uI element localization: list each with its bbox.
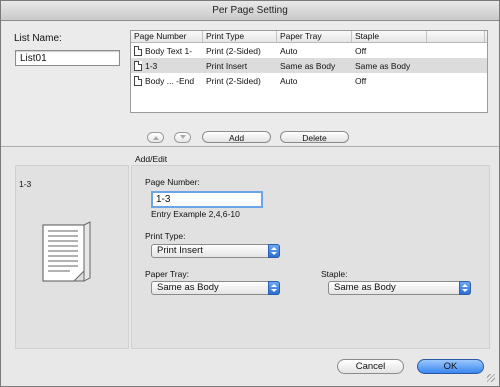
row-page-number: Body ... -End — [145, 75, 195, 86]
row-staple: Off — [355, 75, 367, 86]
paper-tray-label: Paper Tray: — [145, 269, 189, 279]
popup-arrows-icon — [459, 281, 471, 295]
move-down-button[interactable] — [174, 132, 191, 143]
popup-arrows-icon — [268, 244, 280, 258]
move-up-button[interactable] — [147, 132, 164, 143]
document-icon — [134, 75, 142, 86]
table-row[interactable]: Body ... -End Print (2-Sided) Auto Off — [131, 73, 487, 88]
document-icon — [134, 45, 142, 56]
row-staple: Off — [355, 45, 367, 56]
print-type-label: Print Type: — [145, 231, 186, 241]
down-arrow-icon — [179, 135, 186, 139]
staple-select[interactable]: Same as Body — [328, 281, 471, 295]
print-type-select[interactable]: Print Insert — [151, 244, 280, 258]
per-page-setting-window: Per Page Setting List Name: List01 Page … — [0, 0, 500, 387]
table-header: Page Number Print Type Paper Tray Staple — [131, 31, 487, 43]
delete-button[interactable]: Delete — [280, 131, 349, 143]
table-row[interactable]: Body Text 1- Print (2-Sided) Auto Off — [131, 43, 487, 58]
row-print-type: Print Insert — [206, 60, 248, 71]
list-name-input[interactable]: List01 — [15, 50, 120, 66]
popup-arrows-icon — [268, 281, 280, 295]
add-edit-label: Add/Edit — [135, 154, 168, 164]
page-preview-icon — [42, 221, 91, 282]
row-page-number: 1-3 — [145, 60, 158, 71]
entry-example-text: Entry Example 2,4,6-10 — [151, 209, 240, 219]
staple-label: Staple: — [321, 269, 348, 279]
column-header-empty — [427, 31, 485, 42]
page-number-input[interactable]: 1-3 — [151, 191, 263, 208]
resize-grip-icon[interactable] — [487, 374, 495, 382]
print-type-value: Print Insert — [157, 245, 203, 256]
row-print-type: Print (2-Sided) — [206, 75, 261, 86]
staple-value: Same as Body — [334, 282, 396, 293]
up-arrow-icon — [152, 136, 159, 140]
row-print-type: Print (2-Sided) — [206, 45, 261, 56]
page-settings-table[interactable]: Page Number Print Type Paper Tray Staple… — [130, 30, 488, 113]
table-row-selected[interactable]: 1-3 Print Insert Same as Body Same as Bo… — [131, 58, 487, 73]
page-number-label: Page Number: — [145, 177, 200, 187]
column-header-print-type[interactable]: Print Type — [203, 31, 277, 42]
section-divider — [1, 146, 499, 147]
add-button[interactable]: Add — [202, 131, 271, 143]
paper-tray-value: Same as Body — [157, 282, 219, 293]
title-bar: Per Page Setting — [1, 1, 499, 21]
paper-tray-select[interactable]: Same as Body — [151, 281, 280, 295]
row-paper-tray: Same as Body — [280, 60, 336, 71]
row-page-number: Body Text 1- — [145, 45, 193, 56]
column-header-staple[interactable]: Staple — [352, 31, 427, 42]
document-icon — [134, 60, 142, 71]
current-page-label: 1-3 — [19, 179, 32, 189]
ok-button[interactable]: OK — [417, 359, 484, 374]
row-staple: Same as Body — [355, 60, 411, 71]
list-name-label: List Name: — [14, 33, 62, 44]
column-header-page-number[interactable]: Page Number — [131, 31, 203, 42]
row-paper-tray: Auto — [280, 45, 298, 56]
row-paper-tray: Auto — [280, 75, 298, 86]
column-header-paper-tray[interactable]: Paper Tray — [277, 31, 352, 42]
cancel-button[interactable]: Cancel — [337, 359, 404, 374]
